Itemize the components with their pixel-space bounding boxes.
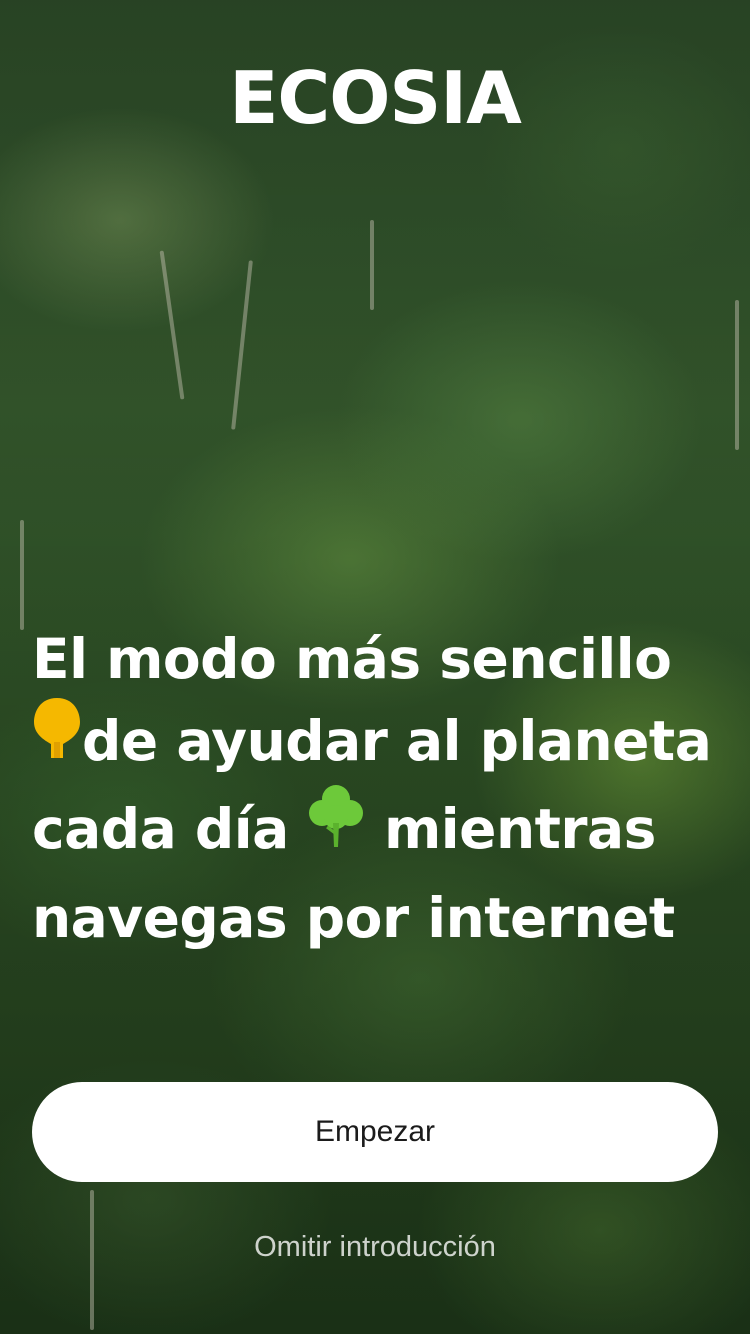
lightbulb-tree-icon: [32, 696, 82, 782]
onboarding-screen: ECOSIA El modo más sencillo de ayudar al…: [0, 0, 750, 1334]
headline-part-1: El modo más sencillo: [32, 627, 672, 691]
tree-trunk: [370, 220, 374, 310]
tree-trunk: [20, 520, 24, 630]
headline: El modo más sencillo de ayudar al planet…: [32, 618, 722, 959]
tree-trunk: [735, 300, 739, 450]
start-button[interactable]: Empezar: [32, 1082, 718, 1182]
ecosia-logo: ECOSIA: [229, 56, 522, 140]
skip-intro-link[interactable]: Omitir introducción: [0, 1230, 750, 1265]
tree-icon: [307, 783, 365, 871]
